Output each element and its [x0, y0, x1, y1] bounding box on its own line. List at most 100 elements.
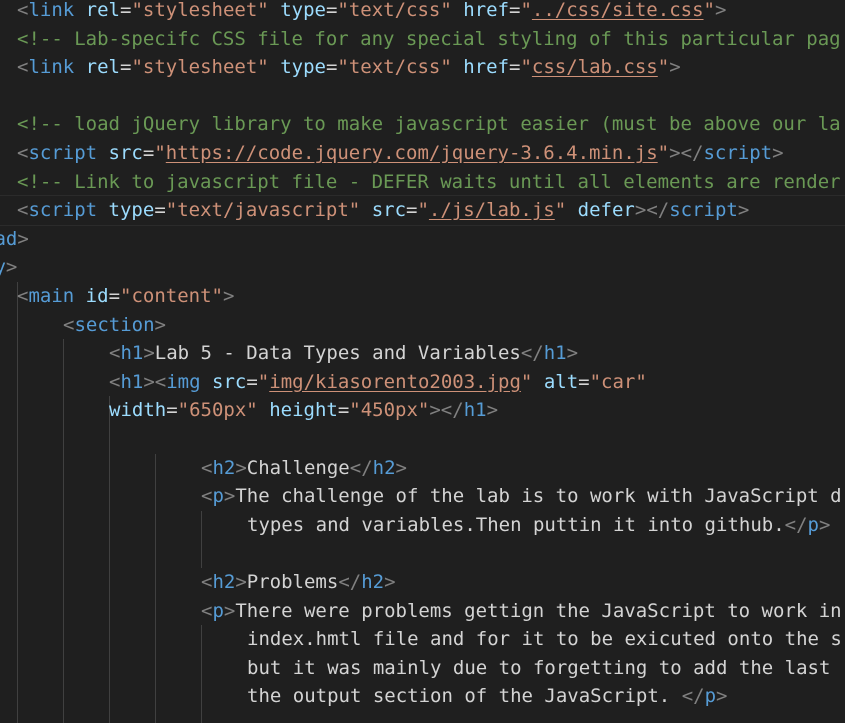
code-token-tag: >	[5, 256, 18, 279]
code-token-comment: <!-- Lab-specifc CSS file for any specia…	[17, 27, 841, 50]
code-line-content: index.hmtl file and for it to be exicute…	[247, 625, 842, 654]
code-token-tname: link	[28, 56, 75, 79]
indent-guide	[155, 453, 156, 723]
code-line-content: <section>	[63, 311, 166, 340]
code-token-eq: =	[166, 399, 178, 422]
code-token-text: but it was mainly due to forgetting to a…	[247, 656, 831, 679]
code-token-attr: type	[280, 56, 326, 79]
code-token-text: types and variables.Then puttin it into …	[247, 513, 785, 536]
code-token-attr: href	[463, 56, 510, 79]
code-token-str: "	[520, 370, 533, 393]
indent-guide	[17, 282, 18, 723]
code-token-str: "	[520, 0, 532, 21]
code-token-attr: src	[212, 370, 247, 393]
code-token-tname: p	[704, 685, 717, 708]
code-token-link: https://code.jquery.com/jquery-3.6.4.min…	[165, 142, 658, 164]
code-token-tag: ></	[669, 142, 704, 164]
code-token-tag: <	[17, 285, 29, 307]
code-token-eq: =	[578, 370, 590, 393]
code-token-attr: type	[108, 199, 155, 222]
code-token-tag: <	[17, 0, 29, 21]
code-token-link: ./js/lab.js	[428, 199, 555, 222]
code-editor[interactable]: <link rel="stylesheet" type="text/css" h…	[0, 0, 845, 723]
code-token-attr: alt	[543, 370, 579, 393]
code-token-text: Challenge	[246, 456, 350, 479]
code-token-eq: =	[108, 285, 121, 307]
code-token-comment: <!-- load jQuery library to make javascr…	[17, 113, 841, 136]
code-token-tname: script	[669, 199, 738, 222]
code-token-tag: >	[669, 56, 681, 79]
code-line-content: width="650px" height="450px"></h1>	[109, 396, 498, 425]
code-line-content: <main id="content">	[17, 282, 234, 311]
code-token-tag: <	[17, 56, 29, 79]
code-token-attr: defer	[577, 199, 635, 222]
code-token-tag: <	[17, 199, 29, 222]
code-token-eq: =	[154, 199, 166, 222]
code-line-content: types and variables.Then puttin it into …	[247, 511, 830, 540]
code-line[interactable]: <script type="text/javascript" src="./js…	[0, 195, 845, 226]
code-token-eq: =	[509, 56, 521, 79]
code-token-str: "	[703, 0, 715, 21]
code-token-tag: >	[223, 599, 236, 622]
code-token-tag: >	[737, 199, 750, 222]
code-token-tag: </	[681, 685, 705, 708]
code-token-tname: h1	[120, 342, 144, 365]
code-token-tname: ead	[0, 227, 18, 250]
code-token-tag: <	[63, 313, 75, 336]
code-token-tname: link	[28, 0, 75, 21]
code-token-tag: >	[566, 342, 579, 365]
code-token-tag: </	[338, 571, 362, 593]
code-token-tag: <	[109, 342, 121, 365]
code-line-content: but it was mainly due to forgetting to a…	[247, 654, 830, 683]
code-token-tag: >	[143, 342, 155, 365]
code-token-tag: ><	[143, 370, 167, 393]
code-token-attr: width	[109, 399, 167, 422]
code-token-text: Problems	[246, 571, 339, 593]
code-token-tname: h1	[543, 342, 567, 365]
code-token-text: There were problems gettign the JavaScri…	[235, 599, 842, 622]
code-token-eq: =	[120, 56, 132, 79]
code-token-str: "	[657, 142, 670, 164]
code-token-tname: p	[807, 513, 819, 536]
code-token-tname: p	[212, 599, 224, 622]
code-token-link: css/lab.css	[531, 56, 658, 79]
code-token-str: "	[657, 56, 670, 79]
code-token-str: "	[417, 199, 429, 222]
indent-guide	[63, 339, 64, 723]
code-line-content: <h2>Problems</h2>	[201, 568, 396, 597]
code-token-tag: </	[520, 342, 544, 365]
code-token-tname: h2	[212, 456, 236, 479]
code-line-content: <p>The challenge of the lab is to work w…	[201, 482, 842, 511]
indent-guide	[201, 625, 202, 723]
code-token-text: index.hmtl file and for it to be exicute…	[247, 628, 842, 651]
code-line-content: <!-- Link to javascript file - DEFER wai…	[17, 168, 841, 197]
code-token-tag: <	[201, 456, 213, 479]
code-token-tag: >	[716, 685, 728, 708]
code-token-tname: main	[28, 285, 75, 307]
code-token-attr: type	[280, 0, 326, 21]
code-token-str: "	[257, 370, 270, 393]
code-token-str: "stylesheet"	[131, 56, 269, 79]
code-token-eq: =	[325, 0, 338, 21]
code-token-attr: id	[85, 285, 109, 307]
code-token-tag: <	[17, 142, 29, 164]
code-token-str: "content"	[120, 285, 223, 307]
code-token-tname: h2	[361, 571, 385, 593]
code-token-str: "car"	[589, 370, 647, 393]
code-token-tag: >	[818, 513, 831, 536]
code-token-str: "text/css"	[337, 56, 452, 79]
code-token-tname: section	[74, 313, 155, 336]
code-token-tag: >	[222, 285, 235, 307]
code-token-tag: <	[201, 599, 213, 622]
code-token-str: "	[554, 199, 567, 222]
code-token-tag: >	[17, 227, 29, 250]
